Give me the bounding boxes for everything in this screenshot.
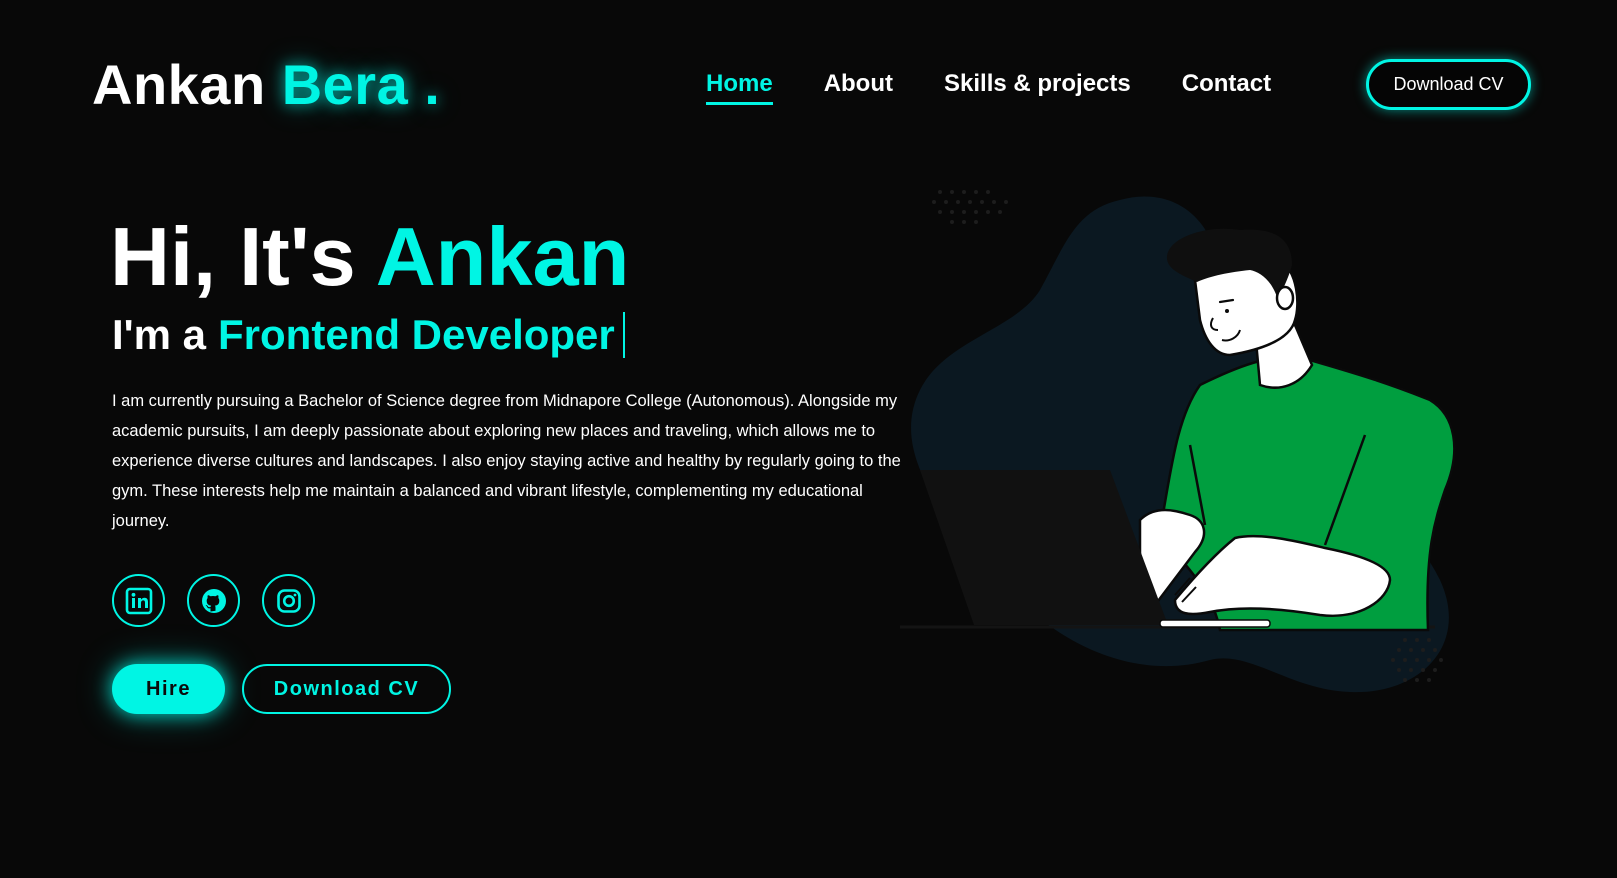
typing-caret	[622, 312, 625, 358]
hero-bio: I am currently pursuing a Bachelor of Sc…	[112, 392, 901, 530]
social-links	[112, 574, 315, 627]
logo-first-name: Ankan	[92, 53, 266, 116]
instagram-icon	[276, 588, 301, 613]
instagram-link[interactable]	[262, 574, 315, 627]
developer-illustration	[900, 190, 1456, 693]
dot-pattern-top	[932, 190, 1008, 224]
nav-contact[interactable]: Contact	[1182, 70, 1271, 105]
linkedin-icon	[125, 587, 152, 614]
main-nav: Home About Skills & projects Contact	[706, 70, 1271, 105]
hero-download-cv-button[interactable]: Download CV	[242, 664, 451, 714]
hire-button[interactable]: Hire	[112, 664, 225, 714]
hero-role: I'm a Frontend Developer	[112, 312, 625, 358]
page: Ankan Bera . Home About Skills & project…	[0, 0, 1617, 878]
hero-greeting: Hi, It's Ankan	[110, 215, 629, 298]
role-title: Frontend Developer	[218, 311, 615, 358]
github-icon	[201, 588, 226, 613]
greeting-name: Ankan	[375, 210, 630, 303]
github-link[interactable]	[187, 574, 240, 627]
linkedin-link[interactable]	[112, 574, 165, 627]
header-download-cv-button[interactable]: Download CV	[1366, 59, 1531, 110]
laptop-base	[1159, 619, 1271, 628]
nav-about[interactable]: About	[824, 70, 893, 105]
nav-skills-projects[interactable]: Skills & projects	[944, 70, 1131, 105]
logo-last-name: Bera .	[281, 53, 441, 116]
role-prefix: I'm a	[112, 311, 207, 358]
logo[interactable]: Ankan Bera .	[92, 52, 440, 117]
greeting-prefix: Hi, It's	[110, 210, 356, 303]
nav-home[interactable]: Home	[706, 70, 773, 105]
